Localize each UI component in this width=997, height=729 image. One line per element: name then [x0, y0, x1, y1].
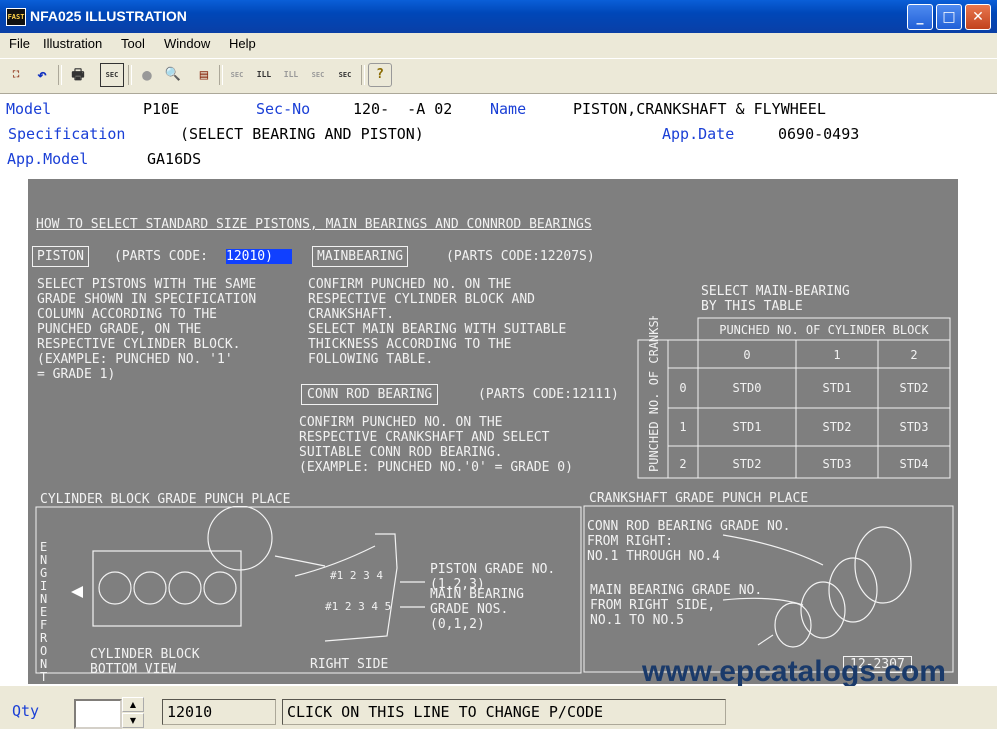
- mainbearing-instructions: CONFIRM PUNCHED NO. ON THE RESPECTIVE CY…: [308, 277, 567, 367]
- table-cell: STD1: [733, 420, 762, 434]
- crankshaft-title: CRANKSHAFT GRADE PUNCH PLACE: [589, 491, 809, 506]
- qty-stepper[interactable]: ▲ ▼: [122, 697, 144, 728]
- right-side-label: RIGHT SIDE: [310, 657, 389, 672]
- mainbearing-code[interactable]: (PARTS CODE:12207S): [446, 249, 595, 264]
- table-cell: STD2: [823, 420, 852, 434]
- punch-row-1: #1 2 3 4: [330, 569, 383, 582]
- book-icon[interactable]: ▤: [192, 63, 216, 87]
- next-sec-icon[interactable]: SEC: [306, 63, 330, 87]
- app-icon: FAST: [6, 8, 26, 26]
- arrow-left-icon: [71, 586, 83, 598]
- prev-ill-icon[interactable]: ILL: [252, 63, 276, 87]
- appmodel-label: App.Model: [7, 150, 89, 168]
- toolbar-separator: [219, 65, 223, 85]
- crankshaft-connrod-label: CONN ROD BEARING GRADE NO. FROM RIGHT: N…: [587, 519, 791, 564]
- main-bearing-table: PUNCHED NO. OF CYLINDER BLOCK PUNCHED NO…: [637, 316, 951, 479]
- secno-value: 120- -A 02: [353, 100, 453, 118]
- qty-label: Qty: [12, 702, 40, 720]
- menu-illustration[interactable]: Illustration: [43, 36, 102, 51]
- spec-value: (SELECT BEARING AND PISTON): [180, 125, 424, 143]
- appdate-value: 0690-0493: [778, 125, 860, 143]
- table-row-header: PUNCHED NO. OF CRANKSHAFT: [647, 316, 661, 472]
- table-cell: STD4: [900, 457, 929, 471]
- toolbar-separator: [361, 65, 365, 85]
- connrod-box: CONN ROD BEARING: [301, 384, 439, 405]
- exit-icon[interactable]: ⛶: [4, 63, 28, 87]
- connrod-code[interactable]: (PARTS CODE:12111): [478, 387, 619, 402]
- toolbar-separator: [58, 65, 62, 85]
- watermark: www.epcatalogs.com: [642, 655, 946, 688]
- connrod-instructions: CONFIRM PUNCHED NO. ON THE RESPECTIVE CR…: [299, 415, 573, 475]
- table-title: SELECT MAIN-BEARING BY THIS TABLE: [701, 284, 850, 314]
- sec-search-icon[interactable]: SEC: [333, 63, 357, 87]
- table-row-label-1: 1: [679, 420, 686, 434]
- help-icon[interactable]: ?: [368, 63, 392, 87]
- maximize-button[interactable]: □: [936, 4, 962, 30]
- table-cell: STD2: [733, 457, 762, 471]
- toolbar-separator: [128, 65, 132, 85]
- print-icon[interactable]: 🖶: [66, 63, 90, 87]
- table-cell: STD1: [823, 381, 852, 395]
- toolbar: ⛶ ↶ 🖶 SEC ● 🔍 ▤ SEC ILL ILL SEC SEC ?: [0, 58, 997, 94]
- table-row-label-0: 0: [679, 381, 686, 395]
- mainbearing-box: MAINBEARING: [312, 246, 409, 267]
- piston-box: PISTON: [32, 246, 89, 267]
- table-col-1: 1: [833, 348, 840, 362]
- magnifier-icon[interactable]: 🔍: [161, 63, 185, 87]
- piston-code-link[interactable]: 12010): [226, 249, 292, 264]
- spin-down-icon[interactable]: ▼: [122, 713, 144, 728]
- cylinder-block-title: CYLINDER BLOCK GRADE PUNCH PLACE: [40, 492, 291, 507]
- piston-code-prefix: (PARTS CODE:: [114, 249, 208, 264]
- circle-icon[interactable]: ●: [135, 63, 159, 87]
- change-pcode-hint[interactable]: CLICK ON THIS LINE TO CHANGE P/CODE: [282, 699, 726, 725]
- model-value: P10E: [143, 100, 180, 118]
- illustration-canvas: HOW TO SELECT STANDARD SIZE PISTONS, MAI…: [28, 179, 958, 684]
- name-value: PISTON,CRANKSHAFT & FLYWHEEL: [573, 100, 826, 118]
- menu-bar: File Illustration Tool Window Help: [0, 33, 997, 55]
- spin-up-icon[interactable]: ▲: [122, 697, 144, 712]
- table-col-0: 0: [743, 348, 750, 362]
- main-bearing-grade-label: MAIN BEARING GRADE NOS. (0,1,2): [430, 587, 524, 632]
- undo-icon[interactable]: ↶: [30, 63, 54, 87]
- info-header: Model P10E Sec-No 120- -A 02 Name PISTON…: [0, 94, 997, 174]
- close-button[interactable]: ✕: [965, 4, 991, 30]
- table-cell: STD0: [733, 381, 762, 395]
- piston-instructions: SELECT PISTONS WITH THE SAME GRADE SHOWN…: [37, 277, 257, 382]
- qty-input[interactable]: [74, 699, 122, 729]
- table-cell: STD3: [900, 420, 929, 434]
- table-row-label-2: 2: [679, 457, 686, 471]
- table-cell: STD2: [900, 381, 929, 395]
- minimize-button[interactable]: _: [907, 4, 933, 30]
- crankshaft-main-label: MAIN BEARING GRADE NO. FROM RIGHT SIDE, …: [590, 583, 763, 628]
- cylinder-block-caption: CYLINDER BLOCK BOTTOM VIEW: [90, 647, 200, 677]
- prev-sec-icon[interactable]: SEC: [225, 63, 249, 87]
- menu-tool[interactable]: Tool: [121, 36, 145, 51]
- appdate-label: App.Date: [662, 125, 735, 143]
- model-label: Model: [6, 100, 52, 118]
- secno-label: Sec-No: [256, 100, 311, 118]
- spec-label: Specification: [8, 125, 126, 143]
- menu-help[interactable]: Help: [229, 36, 256, 51]
- table-cell: STD3: [823, 457, 852, 471]
- engine-front-label: ENGINE FRONT: [40, 540, 48, 684]
- table-col-header: PUNCHED NO. OF CYLINDER BLOCK: [719, 323, 929, 337]
- window-title: NFA025 ILLUSTRATION: [30, 8, 187, 24]
- title-bar[interactable]: FAST NFA025 ILLUSTRATION _ □ ✕: [0, 0, 997, 33]
- menu-file[interactable]: File: [9, 36, 30, 51]
- part-code-field[interactable]: 12010: [162, 699, 276, 725]
- menu-window[interactable]: Window: [164, 36, 210, 51]
- table-col-2: 2: [910, 348, 917, 362]
- punch-row-2: #1 2 3 4 5: [325, 600, 391, 613]
- name-label: Name: [490, 100, 527, 118]
- sec-icon[interactable]: SEC: [100, 63, 124, 87]
- next-ill-icon[interactable]: ILL: [279, 63, 303, 87]
- illustration-heading: HOW TO SELECT STANDARD SIZE PISTONS, MAI…: [36, 217, 592, 232]
- appmodel-value: GA16DS: [147, 150, 202, 168]
